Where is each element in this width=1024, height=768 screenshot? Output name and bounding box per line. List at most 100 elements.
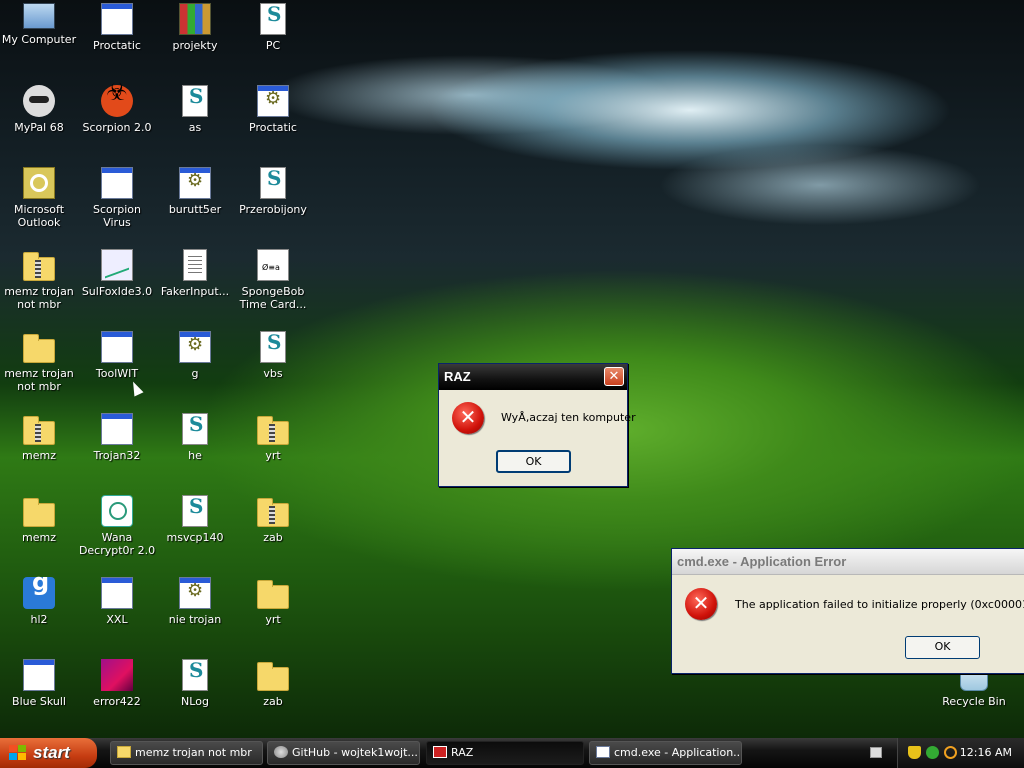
desktop-icon-label: Microsoft Outlook bbox=[13, 203, 65, 229]
desktop-icon-label: zab bbox=[263, 695, 283, 708]
desktop-icon-outlook[interactable]: Microsoft Outlook bbox=[0, 167, 78, 229]
close-icon: ✕ bbox=[608, 369, 620, 384]
desktop-icon-blue-skull[interactable]: Blue Skull bbox=[0, 659, 78, 708]
close-button[interactable]: ✕ bbox=[604, 367, 624, 386]
desktop-icon-nlog[interactable]: NLog bbox=[156, 659, 234, 708]
desktop-icon-vbs[interactable]: vbs bbox=[234, 331, 312, 380]
desktop-icon-memz-folder[interactable]: memz bbox=[0, 495, 78, 544]
desktop-icon-label: Scorpion Virus bbox=[92, 203, 142, 229]
desktop-icon-xxl[interactable]: XXL bbox=[78, 577, 156, 626]
desktop-icon-yrt-folder[interactable]: yrt bbox=[234, 577, 312, 626]
cmd-error-dialog: cmd.exe - Application Error The applicat… bbox=[671, 548, 1024, 674]
desktop-icon-wana-decryptor[interactable]: Wana Decrypt0r 2.0 bbox=[78, 495, 156, 557]
desktop-icon-memz-trojan-folder[interactable]: memz trojan not mbr bbox=[0, 331, 78, 393]
raccoon-icon bbox=[23, 85, 55, 117]
desktop-icon-label: Trojan32 bbox=[93, 449, 141, 462]
taskbar-item-label: GitHub - wojtek1wojt... bbox=[292, 746, 418, 759]
taskbar-item-label: cmd.exe - Application... bbox=[614, 746, 742, 759]
cmd-error-titlebar[interactable]: cmd.exe - Application Error bbox=[672, 549, 1024, 575]
desktop-icon-label: zab bbox=[263, 531, 283, 544]
error-icon bbox=[452, 402, 484, 434]
clock[interactable]: 12:16 AM bbox=[960, 738, 1012, 768]
desktop-icon-yrt-zip[interactable]: yrt bbox=[234, 413, 312, 462]
desktop-icon-label: hl2 bbox=[30, 613, 48, 626]
raz-dialog-titlebar[interactable]: RAZ bbox=[439, 364, 627, 390]
folder-icon bbox=[23, 498, 55, 527]
desktop-icon-pc[interactable]: PC bbox=[234, 3, 312, 52]
desktop-icon-proctatic-2[interactable]: Proctatic bbox=[234, 85, 312, 134]
taskbar-item-memz[interactable]: memz trojan not mbr bbox=[110, 741, 263, 765]
desktop-icon-zab-folder[interactable]: zab bbox=[234, 659, 312, 708]
window-icon bbox=[596, 746, 610, 758]
gear-window-icon bbox=[179, 331, 211, 363]
desktop-icon-as[interactable]: as bbox=[156, 85, 234, 134]
desktop-icon-he[interactable]: he bbox=[156, 413, 234, 462]
desktop-icon-hl2[interactable]: hl2 bbox=[0, 576, 78, 626]
desktop-icon-my-computer[interactable]: My Computer bbox=[0, 3, 78, 46]
mouse-cursor-icon bbox=[128, 379, 144, 397]
taskbar-item-cmd[interactable]: cmd.exe - Application... bbox=[589, 741, 742, 765]
script-icon bbox=[260, 167, 286, 199]
cmd-error-title: cmd.exe - Application Error bbox=[677, 554, 847, 569]
raz-dialog-message: WyÅ‚aczaj ten komputer bbox=[501, 411, 636, 424]
desktop-icon-label: memz trojan not mbr bbox=[4, 285, 74, 311]
start-label: start bbox=[33, 743, 70, 762]
desktop-icon-proctatic[interactable]: Proctatic bbox=[78, 3, 156, 52]
desktop-icon-label: Scorpion 2.0 bbox=[82, 121, 152, 134]
desktop-icon-label: PC bbox=[265, 39, 281, 52]
desktop-icon-g[interactable]: g bbox=[156, 331, 234, 380]
system-tray: 12:16 AM bbox=[897, 738, 1024, 768]
folder-icon bbox=[23, 334, 55, 363]
desktop-icon-trojan32[interactable]: Trojan32 bbox=[78, 413, 156, 462]
window-icon bbox=[101, 3, 133, 35]
gmod-icon bbox=[23, 576, 55, 609]
zip-folder-icon bbox=[23, 416, 55, 445]
script-icon bbox=[182, 659, 208, 691]
desktop-icon-toolwit[interactable]: ToolWIT bbox=[78, 331, 156, 380]
spongebob-icon bbox=[257, 249, 289, 281]
desktop-icon-label: NLog bbox=[181, 695, 209, 708]
error-icon bbox=[685, 588, 717, 620]
desktop-icon-label: memz bbox=[22, 449, 56, 462]
desktop-icon-zab-zip[interactable]: zab bbox=[234, 495, 312, 544]
desktop-icon-mypal[interactable]: MyPal 68 bbox=[0, 85, 78, 134]
desktop-icon-label: yrt bbox=[265, 613, 281, 626]
desktop-icon-label: vbs bbox=[263, 367, 283, 380]
desktop-icon-error422[interactable]: error422 bbox=[78, 659, 156, 708]
browser-icon bbox=[274, 746, 288, 758]
desktop-icon-label: g bbox=[191, 367, 199, 380]
text-document-icon bbox=[183, 249, 207, 281]
desktop-icon-memz-zip[interactable]: memz bbox=[0, 413, 78, 462]
desktop-icon-label: Recycle Bin bbox=[942, 695, 1006, 708]
start-button[interactable]: start bbox=[0, 738, 97, 768]
zip-folder-icon bbox=[23, 252, 55, 281]
desktop-icon-label: he bbox=[188, 449, 202, 462]
taskbar-item-github[interactable]: GitHub - wojtek1wojt... bbox=[267, 741, 420, 765]
desktop-icon-label: Proctatic bbox=[249, 121, 297, 134]
desktop-icon-sulfoxide[interactable]: SulFoxIde3.0 bbox=[78, 249, 156, 298]
desktop-icon-msvcp140[interactable]: msvcp140 bbox=[156, 495, 234, 544]
taskbar-item-raz[interactable]: RAZ bbox=[426, 741, 584, 765]
keyboard-icon[interactable] bbox=[870, 747, 882, 758]
desktop-icon-projekty[interactable]: projekty bbox=[156, 3, 234, 52]
ok-button[interactable]: OK bbox=[905, 636, 980, 659]
ok-button[interactable]: OK bbox=[496, 450, 571, 473]
desktop-icon-label: My Computer bbox=[1, 33, 77, 46]
raz-dialog-title: RAZ bbox=[444, 369, 471, 384]
desktop-icon-label: MyPal 68 bbox=[14, 121, 64, 134]
desktop-icon-burutt5er[interactable]: burutt5er bbox=[156, 167, 234, 216]
desktop-icon-nie-trojan[interactable]: nie trojan bbox=[156, 577, 234, 626]
desktop-icon-scorpion-virus[interactable]: Scorpion Virus bbox=[78, 167, 156, 229]
desktop-icon-fakerinput[interactable]: FakerInput... bbox=[156, 249, 234, 298]
desktop-icon-memz-trojan-zip[interactable]: memz trojan not mbr bbox=[0, 249, 78, 311]
search-icon[interactable] bbox=[944, 746, 957, 759]
outlook-icon bbox=[23, 167, 55, 199]
desktop-icon-scorpion-2[interactable]: Scorpion 2.0 bbox=[78, 85, 156, 134]
folder-icon bbox=[257, 662, 289, 691]
network-icon[interactable] bbox=[926, 746, 939, 759]
folder-icon bbox=[257, 580, 289, 609]
desktop-icon-spongebob[interactable]: SpongeBob Time Card... bbox=[234, 249, 312, 311]
desktop-icon-przerobijony[interactable]: Przerobijony bbox=[234, 167, 312, 216]
desktop-icon-label: ToolWIT bbox=[95, 367, 139, 380]
security-shield-icon[interactable] bbox=[908, 746, 921, 759]
